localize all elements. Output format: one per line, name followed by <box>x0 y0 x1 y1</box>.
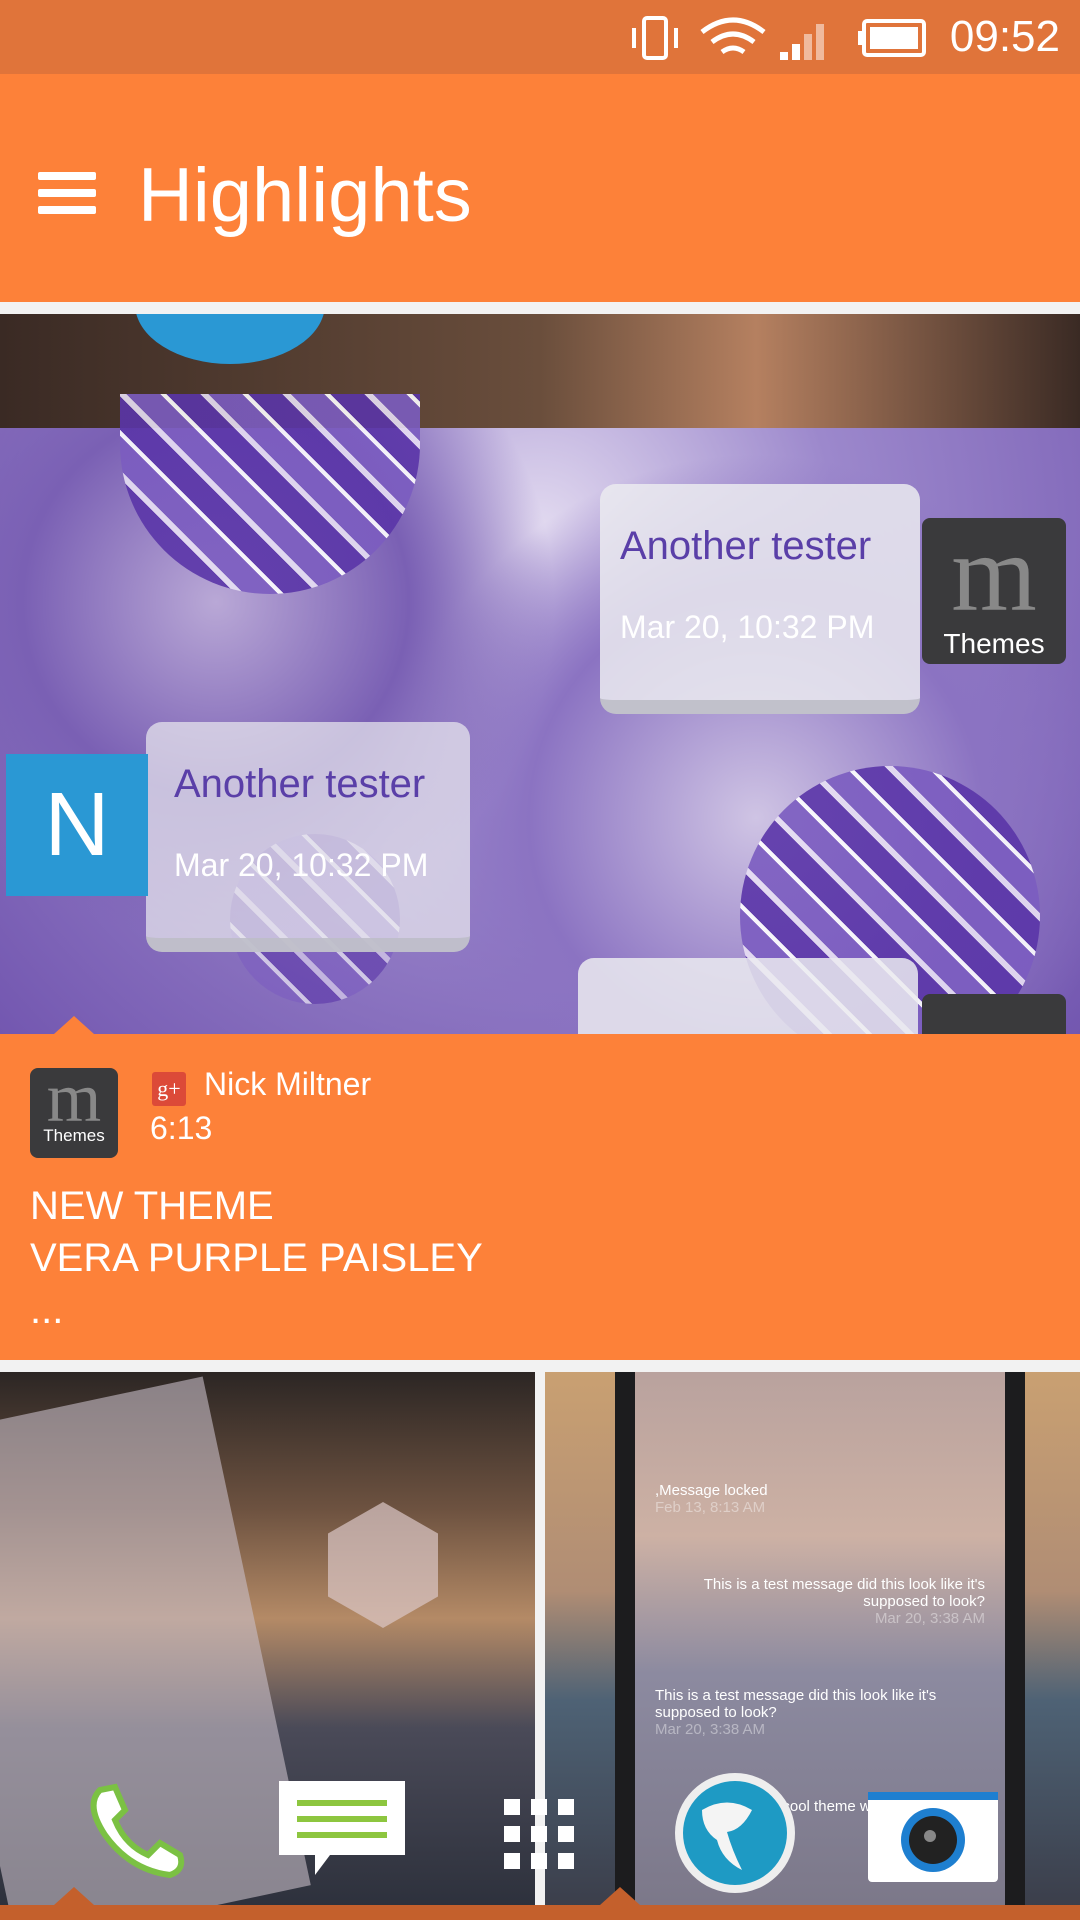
google-plus-icon: g+ <box>152 1072 186 1106</box>
post-text: NEW THEME VERA PURPLE PAISLEY ... <box>30 1180 483 1336</box>
message-bubble: Another tester Mar 20, 10:32 PM <box>146 722 470 952</box>
page-title: Highlights <box>138 153 472 238</box>
message: ,Message locked Feb 13, 8:13 AM <box>655 1482 768 1516</box>
post-time: 6:13 <box>150 1110 213 1146</box>
wifi-icon <box>700 17 766 55</box>
phone-dock-icon[interactable] <box>80 1775 190 1885</box>
message-bubble: Another tester Mar 20, 10:32 PM <box>600 484 920 714</box>
post-line: NEW THEME <box>30 1184 274 1228</box>
battery-icon <box>858 19 926 57</box>
internet-globe-dock-icon[interactable] <box>672 1770 798 1896</box>
signal-icon <box>780 24 824 60</box>
message: This is a test message did this look lik… <box>703 1576 985 1627</box>
paisley-circle <box>120 394 420 594</box>
app-bar: Highlights <box>0 74 1080 302</box>
bubble-name: Another tester <box>620 524 872 568</box>
author-name: Nick Miltner <box>204 1066 372 1102</box>
hexagon-logo-icon <box>328 1502 438 1628</box>
source-avatar: m Themes <box>30 1068 118 1158</box>
highlight-tile-right[interactable]: ,Message locked Feb 13, 8:13 AM This is a… <box>545 1372 1080 1920</box>
message-bubble <box>578 958 918 1034</box>
status-bar: 09:52 <box>0 0 1080 74</box>
n-logo-icon: N <box>6 754 148 896</box>
camera-dock-icon[interactable] <box>868 1792 998 1882</box>
bottom-accent-bar <box>0 1905 1080 1920</box>
pointer-notch <box>54 1887 94 1905</box>
avatar-text: Themes <box>43 1126 105 1145</box>
status-icons <box>632 16 824 60</box>
post-ellipsis: ... <box>30 1288 64 1332</box>
pointer-notch <box>54 1016 94 1034</box>
clock: 09:52 <box>949 12 1060 61</box>
highlight-card[interactable]: m Themes g+ Nick Miltner 6:13 NEW THEME … <box>0 1016 1080 1360</box>
m-themes-logo: m Themes <box>922 518 1066 664</box>
pointer-notch <box>600 1887 640 1905</box>
bubble-date: Mar 20, 10:32 PM <box>620 609 875 645</box>
bubble-name: Another tester <box>174 762 426 806</box>
logo-text: Themes <box>943 628 1045 659</box>
messages-dock-icon[interactable] <box>275 1775 410 1885</box>
post-line: VERA PURPLE PAISLEY <box>30 1236 483 1280</box>
message: This is a test message did this look lik… <box>655 1687 937 1738</box>
bubble-date: Mar 20, 10:32 PM <box>174 847 429 883</box>
all-apps-dock-icon[interactable] <box>500 1795 578 1873</box>
m-themes-logo <box>922 994 1066 1034</box>
hamburger-menu-icon[interactable] <box>38 172 96 214</box>
logo-letter: m <box>951 518 1037 634</box>
vibrate-icon <box>632 16 678 60</box>
featured-image[interactable]: Another tester Mar 20, 10:32 PM m Themes… <box>0 314 1080 1034</box>
